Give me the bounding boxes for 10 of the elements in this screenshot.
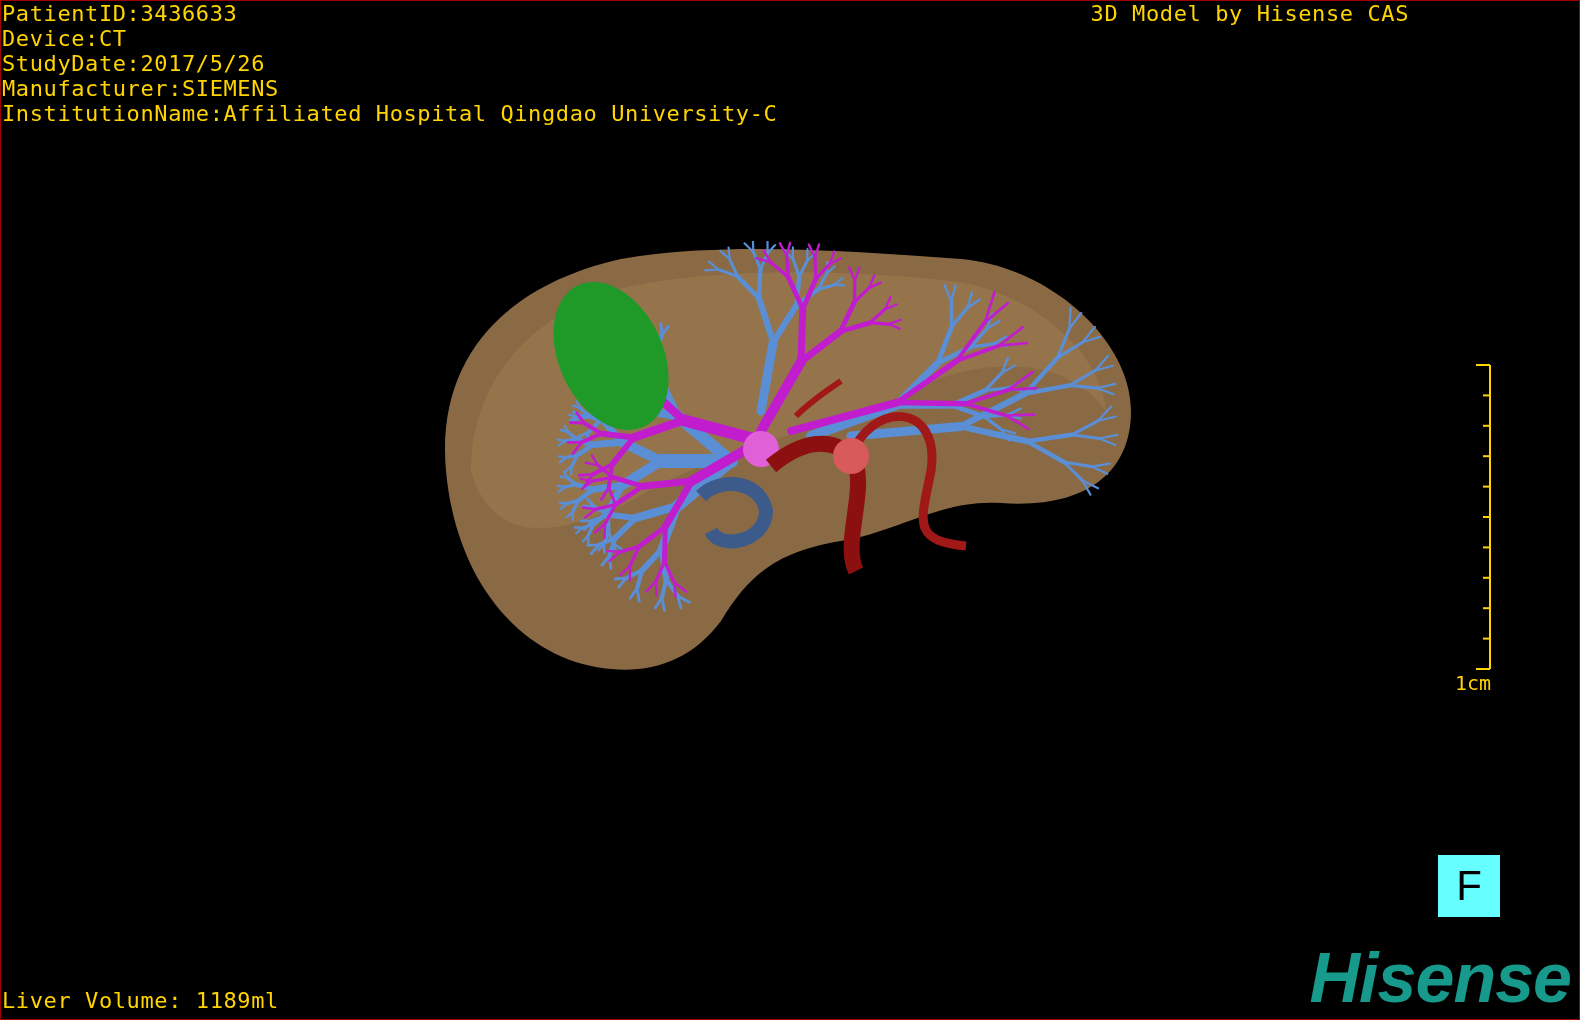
info-text: StudyDate:2017/5/26 xyxy=(2,51,267,76)
info-text: InstitutionName:Affiliated Hospital Qingdao University-C xyxy=(2,101,778,126)
scale-label: 1cm xyxy=(1454,672,1491,694)
view-orientation-badge: F xyxy=(1438,855,1500,917)
logo-text: Hisense xyxy=(1309,943,1572,1013)
info-text: PatientID:3436633 xyxy=(2,1,239,26)
info-text: Manufacturer:SIEMENS xyxy=(2,76,280,101)
info-text: Device:CT xyxy=(2,26,128,51)
volume-text: Liver Volume: 1189ml xyxy=(1,988,279,1015)
title-text: 3D Model by Hisense CAS xyxy=(1090,1,1409,28)
